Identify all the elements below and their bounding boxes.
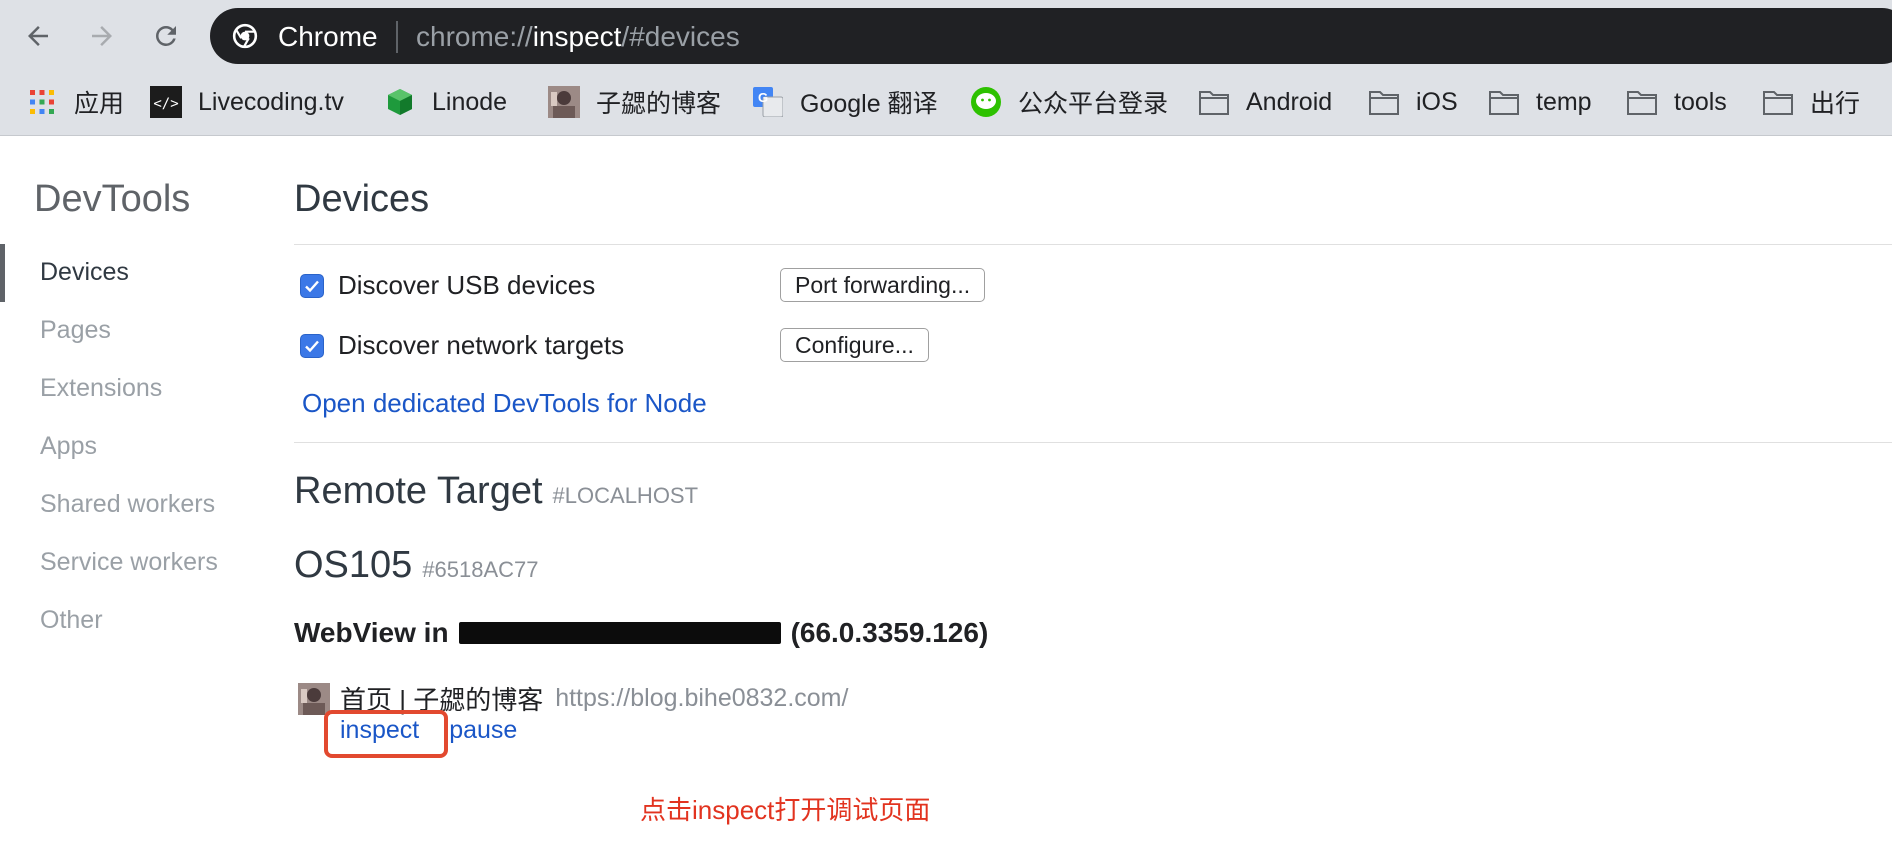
- device-id: #6518AC77: [422, 557, 539, 582]
- bookmark-folder-android[interactable]: Android: [1198, 84, 1332, 120]
- discover-usb-row: Discover USB devices: [300, 270, 595, 301]
- folder-icon: [1626, 86, 1658, 118]
- bookmark-label: 子勰的博客: [596, 90, 722, 118]
- pause-link[interactable]: pause: [449, 716, 517, 745]
- folder-icon: [1762, 86, 1794, 118]
- avatar-icon: [548, 86, 580, 118]
- folder-icon: [1488, 86, 1520, 118]
- bookmark-label: tools: [1674, 87, 1727, 116]
- sidebar-item-service-workers[interactable]: Service workers: [40, 548, 218, 577]
- bookmark-folder-temp[interactable]: temp: [1488, 84, 1592, 120]
- bookmark-folder-tools[interactable]: tools: [1626, 84, 1727, 120]
- bookmark-livecoding[interactable]: </> Livecoding.tv: [150, 84, 344, 120]
- back-button[interactable]: [16, 14, 60, 58]
- bookmark-wechat[interactable]: 公众平台登录: [970, 84, 1168, 120]
- bookmark-folder-travel[interactable]: 出行: [1762, 84, 1860, 120]
- redacted-package-name: [458, 622, 781, 644]
- webview-heading: WebView in (66.0.3359.126): [294, 617, 988, 649]
- bookmark-label: temp: [1536, 87, 1592, 116]
- url-scheme: chrome://: [416, 21, 533, 52]
- reload-button[interactable]: [144, 14, 188, 58]
- title-divider: [294, 244, 1892, 245]
- svg-text:G: G: [758, 90, 768, 105]
- annotation-text: 点击inspect打开调试页面: [640, 795, 931, 825]
- webview-prefix: WebView in: [294, 617, 449, 648]
- port-forwarding-button[interactable]: Port forwarding...: [780, 268, 986, 302]
- checkmark-icon: [305, 280, 319, 292]
- sidebar-item-shared-workers[interactable]: Shared workers: [40, 490, 215, 519]
- forward-button[interactable]: [80, 14, 124, 58]
- page-actions: inspect pause: [324, 710, 517, 758]
- folder-icon: [1198, 86, 1230, 118]
- code-icon: </>: [150, 86, 182, 118]
- remote-target-tag: #LOCALHOST: [552, 483, 699, 508]
- bookmark-label: iOS: [1416, 87, 1458, 116]
- url-path: /#devices: [621, 21, 740, 52]
- url-text[interactable]: chrome://inspect/#devices: [416, 21, 740, 53]
- bookmark-label: Google 翻译: [800, 90, 938, 118]
- browser-toolbar: Chrome chrome://inspect/#devices: [0, 0, 1892, 68]
- wechat-icon: [970, 86, 1002, 118]
- discover-usb-checkbox[interactable]: [300, 273, 324, 298]
- sidebar-active-indicator: [0, 244, 5, 302]
- google-translate-icon: G: [752, 86, 784, 118]
- folder-icon: [1368, 86, 1400, 118]
- bookmark-apps[interactable]: 应用: [26, 84, 124, 120]
- inspect-wrapper: inspect: [324, 710, 448, 758]
- reload-icon: [156, 26, 176, 46]
- inspect-highlight-box: [324, 710, 448, 758]
- sidebar-item-extensions[interactable]: Extensions: [40, 374, 162, 403]
- remote-target-title: Remote Target: [294, 470, 543, 512]
- page-title: Devices: [294, 178, 430, 220]
- discover-usb-label[interactable]: Discover USB devices: [338, 270, 595, 301]
- apps-grid-icon: [26, 86, 58, 118]
- sidebar-item-pages[interactable]: Pages: [40, 316, 111, 345]
- site-chip: Chrome: [278, 21, 378, 52]
- discover-network-row: Discover network targets: [300, 330, 624, 361]
- open-node-devtools-link[interactable]: Open dedicated DevTools for Node: [302, 388, 707, 419]
- bookmark-folder-ios[interactable]: iOS: [1368, 84, 1458, 120]
- bookmark-blog[interactable]: 子勰的博客: [548, 84, 721, 120]
- bookmark-label: 应用: [74, 90, 125, 118]
- sidebar-item-other[interactable]: Other: [40, 606, 103, 635]
- bookmark-google-translate[interactable]: G Google 翻译: [752, 84, 938, 120]
- back-arrow-icon: [28, 26, 48, 46]
- chip-divider: [396, 21, 398, 53]
- sidebar-item-devices[interactable]: Devices: [40, 258, 129, 287]
- section-divider: [294, 442, 1892, 443]
- webview-version: (66.0.3359.126): [790, 617, 989, 648]
- forward-arrow-icon: [92, 26, 112, 46]
- checkmark-icon: [305, 340, 319, 352]
- page-favicon-icon: [298, 682, 330, 715]
- bookmarks-bar: 应用 </> Livecoding.tv Linode 子勰的博客 G Goog…: [0, 68, 1892, 136]
- svg-text:</>: </>: [153, 96, 178, 112]
- bookmark-label: Android: [1246, 87, 1333, 116]
- discover-network-label[interactable]: Discover network targets: [338, 330, 624, 361]
- bookmark-label: Linode: [432, 87, 508, 116]
- sidebar-item-apps[interactable]: Apps: [40, 432, 97, 461]
- device-name: OS105: [294, 544, 413, 586]
- device-heading: OS105 #6518AC77: [294, 544, 539, 587]
- page-target-url: https://blog.bihe0832.com/: [555, 684, 849, 712]
- chrome-logo-icon: [232, 23, 258, 49]
- configure-button[interactable]: Configure...: [780, 328, 929, 362]
- address-bar[interactable]: Chrome chrome://inspect/#devices: [210, 8, 1892, 64]
- sidebar-title: DevTools: [34, 178, 191, 220]
- bookmark-label: Livecoding.tv: [198, 87, 344, 116]
- discover-network-checkbox[interactable]: [300, 333, 324, 358]
- url-host: inspect: [532, 21, 622, 52]
- bookmark-label: 公众平台登录: [1018, 90, 1169, 118]
- bookmark-linode[interactable]: Linode: [384, 84, 507, 120]
- linode-cube-icon: [384, 86, 416, 118]
- remote-target-heading: Remote Target #LOCALHOST: [294, 470, 698, 513]
- bookmark-label: 出行: [1810, 90, 1861, 118]
